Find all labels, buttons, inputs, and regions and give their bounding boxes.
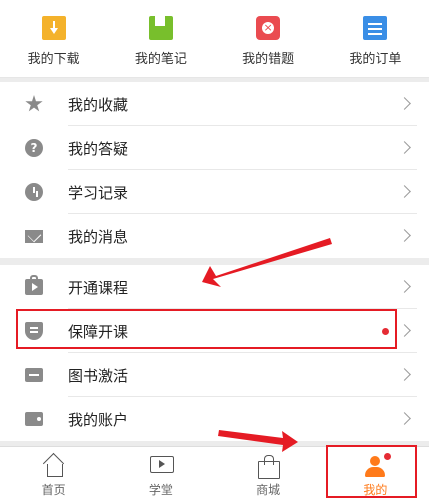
course-bag-icon bbox=[25, 275, 43, 295]
tab-label: 我的 bbox=[363, 483, 388, 497]
notification-dot bbox=[382, 328, 389, 335]
home-icon bbox=[42, 455, 66, 477]
tab-mall[interactable]: 商城 bbox=[215, 447, 322, 504]
shortcut-label: 我的笔记 bbox=[134, 52, 187, 67]
clock-icon bbox=[25, 183, 43, 201]
menu-group-1: 我的收藏 我的答疑 学习记录 我的消息 bbox=[0, 82, 429, 258]
tab-profile[interactable]: 我的 bbox=[322, 447, 429, 504]
chevron-right-icon bbox=[398, 280, 411, 293]
profile-icon bbox=[362, 453, 392, 477]
menu-item-book-activation[interactable]: 图书激活 bbox=[0, 353, 429, 397]
tab-label: 商城 bbox=[256, 483, 281, 497]
card-icon bbox=[25, 368, 43, 382]
menu-item-guaranteed-course[interactable]: 保障开课 bbox=[0, 309, 429, 353]
wrong-question-icon bbox=[256, 16, 281, 40]
menu-item-label: 我的消息 bbox=[68, 227, 129, 246]
tab-home[interactable]: 首页 bbox=[0, 447, 107, 504]
chevron-right-icon bbox=[398, 412, 411, 425]
chevron-right-icon bbox=[398, 141, 411, 154]
menu-item-label: 学习记录 bbox=[68, 183, 129, 202]
menu-group-2: 开通课程 保障开课 图书激活 我的账户 bbox=[0, 265, 429, 441]
shortcut-label: 我的错题 bbox=[242, 52, 295, 67]
shield-icon bbox=[25, 322, 43, 340]
chevron-right-icon bbox=[398, 185, 411, 198]
shortcut-notes[interactable]: 我的笔记 bbox=[107, 0, 214, 77]
wallet-icon bbox=[25, 412, 43, 426]
chevron-right-icon bbox=[398, 97, 411, 110]
chevron-right-icon bbox=[398, 368, 411, 381]
note-icon bbox=[148, 16, 173, 40]
order-icon bbox=[363, 16, 388, 40]
shortcut-label: 我的下载 bbox=[27, 52, 80, 67]
question-icon bbox=[25, 139, 43, 157]
menu-item-label: 我的账户 bbox=[68, 410, 129, 429]
chevron-right-icon bbox=[398, 324, 411, 337]
menu-item-label: 我的答疑 bbox=[68, 139, 129, 158]
menu-item-label: 我的收藏 bbox=[68, 95, 129, 114]
tab-label: 首页 bbox=[41, 483, 66, 497]
shortcut-orders[interactable]: 我的订单 bbox=[322, 0, 429, 77]
menu-item-label: 保障开课 bbox=[68, 322, 129, 341]
menu-item-label: 图书激活 bbox=[68, 366, 129, 385]
shortcut-wrong-questions[interactable]: 我的错题 bbox=[215, 0, 322, 77]
menu-item-activate-course[interactable]: 开通课程 bbox=[0, 265, 429, 309]
chevron-right-icon bbox=[398, 229, 411, 242]
shortcut-download[interactable]: 我的下载 bbox=[0, 0, 107, 77]
notification-dot bbox=[384, 453, 392, 460]
tab-study[interactable]: 学堂 bbox=[107, 447, 214, 504]
menu-item-qa[interactable]: 我的答疑 bbox=[0, 126, 429, 170]
video-icon bbox=[149, 455, 174, 477]
shortcut-label: 我的订单 bbox=[349, 52, 402, 67]
menu-item-label: 开通课程 bbox=[68, 278, 129, 297]
top-shortcuts: 我的下载 我的笔记 我的错题 我的订单 bbox=[0, 0, 429, 78]
tab-label: 学堂 bbox=[148, 483, 173, 497]
bottom-tab-bar: 首页 学堂 商城 我的 bbox=[0, 446, 429, 504]
menu-item-account[interactable]: 我的账户 bbox=[0, 397, 429, 441]
star-icon bbox=[25, 95, 43, 112]
menu-item-history[interactable]: 学习记录 bbox=[0, 170, 429, 214]
menu-item-messages[interactable]: 我的消息 bbox=[0, 214, 429, 258]
mail-icon bbox=[25, 229, 43, 243]
shop-icon bbox=[256, 455, 281, 479]
menu-item-favorites[interactable]: 我的收藏 bbox=[0, 82, 429, 126]
download-icon bbox=[41, 16, 66, 40]
